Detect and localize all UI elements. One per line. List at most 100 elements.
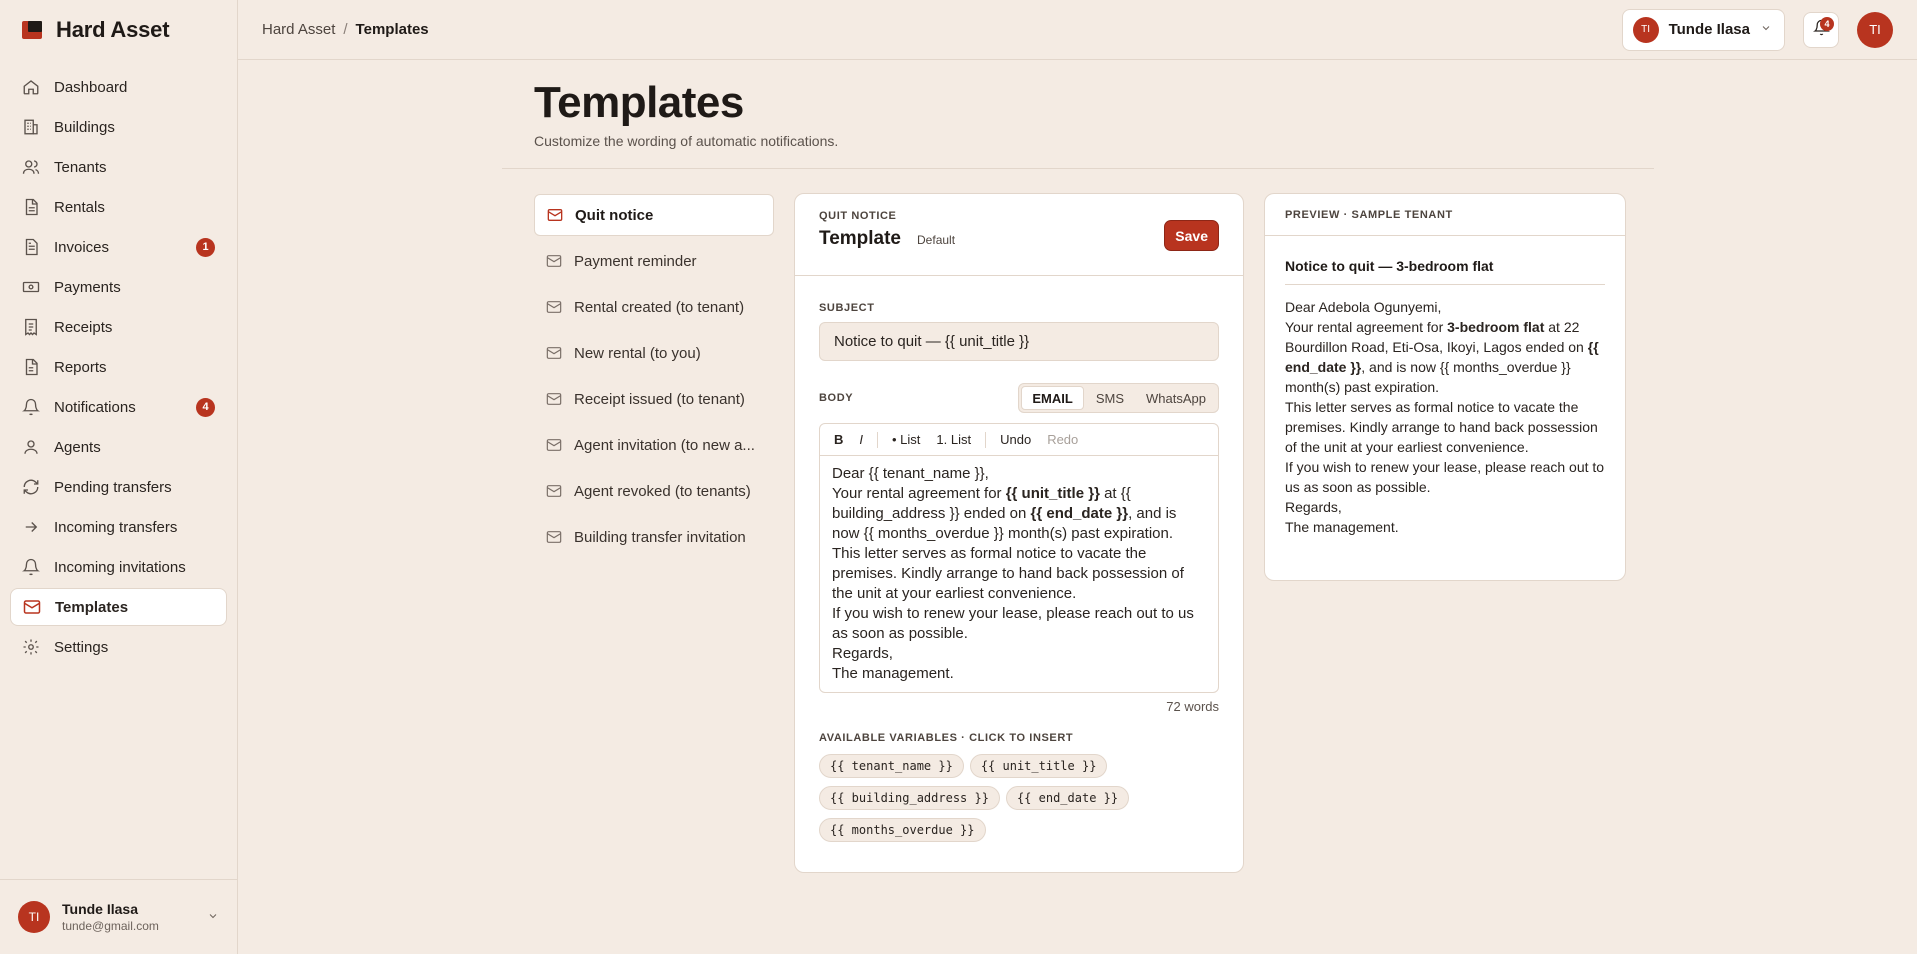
template-item-new-rental[interactable]: New rental (to you)	[534, 332, 774, 374]
template-item-rental-created[interactable]: Rental created (to tenant)	[534, 286, 774, 328]
sidebar-item-pending-transfers[interactable]: Pending transfers	[10, 468, 227, 506]
tab-sms[interactable]: SMS	[1086, 386, 1134, 410]
editor-title-row: Template Default	[819, 228, 1219, 250]
template-editor: QUIT NOTICE Template Default Save SUBJEC…	[794, 193, 1244, 873]
body-line: Regards,	[832, 645, 893, 662]
body-textarea[interactable]: Dear {{ tenant_name }}, Your rental agre…	[820, 456, 1218, 692]
sidebar-item-label: Buildings	[54, 118, 115, 136]
building-icon	[22, 118, 40, 136]
user-name: Tunde Ilasa	[62, 901, 138, 917]
sidebar-item-label: Pending transfers	[54, 478, 172, 496]
redo-button[interactable]: Redo	[1041, 428, 1084, 452]
tab-whatsapp[interactable]: WhatsApp	[1136, 386, 1216, 410]
sidebar-item-receipts[interactable]: Receipts	[10, 308, 227, 346]
sidebar-item-incoming-invitations[interactable]: Incoming invitations	[10, 548, 227, 586]
numbered-list-button[interactable]: 1. List	[930, 428, 977, 452]
sidebar-item-label: Invoices	[54, 238, 110, 256]
preview-eyebrow: PREVIEW · SAMPLE TENANT	[1285, 208, 1453, 221]
sidebar-item-label: Templates	[55, 598, 129, 616]
sidebar-item-notifications[interactable]: Notifications 4	[10, 388, 227, 426]
user-avatar-button[interactable]: TI	[1857, 11, 1893, 48]
sidebar-item-label: Rentals	[54, 198, 105, 216]
sidebar-item-agents[interactable]: Agents	[10, 428, 227, 466]
account-name: Tunde Ilasa	[1668, 21, 1750, 38]
template-item-agent-invitation[interactable]: Agent invitation (to new a...	[534, 424, 774, 466]
bullet-list-button[interactable]: • List	[886, 428, 926, 452]
sidebar-item-dashboard[interactable]: Dashboard	[10, 68, 227, 106]
avatar: TI	[1632, 16, 1659, 43]
template-item-building-transfer[interactable]: Building transfer invitation	[534, 516, 774, 558]
notifications-badge: 4	[196, 397, 215, 417]
document-icon	[22, 198, 40, 216]
save-button[interactable]: Save	[1164, 220, 1219, 251]
preview-line: If you wish to renew your lease, please …	[1285, 459, 1605, 495]
page-header: Templates Customize the wording of autom…	[502, 61, 1654, 169]
template-item-quit-notice[interactable]: Quit notice	[534, 194, 774, 236]
preview-line: The management.	[1285, 519, 1399, 535]
template-item-label: Quit notice	[575, 206, 654, 224]
sidebar-item-rentals[interactable]: Rentals	[10, 188, 227, 226]
variable-chip-end-date[interactable]: {{ end_date }}	[1005, 786, 1130, 810]
sidebar-item-tenants[interactable]: Tenants	[10, 148, 227, 186]
subject-input[interactable]: Notice to quit — {{ unit_title }}	[819, 322, 1219, 361]
toolbar-divider	[985, 431, 987, 448]
sidebar-item-label: Settings	[54, 638, 109, 656]
preview-panel: PREVIEW · SAMPLE TENANT Notice to quit —…	[1264, 193, 1626, 581]
sidebar-item-invoices[interactable]: Invoices 1	[10, 228, 227, 266]
template-item-payment-reminder[interactable]: Payment reminder	[534, 240, 774, 282]
italic-button[interactable]: I	[853, 428, 869, 452]
template-item-label: Rental created (to tenant)	[574, 298, 745, 316]
bell-icon	[22, 398, 40, 416]
variable-chips: {{ tenant_name }} {{ unit_title }} {{ bu…	[819, 754, 1159, 842]
user-icon	[22, 438, 40, 456]
sidebar-item-label: Reports	[54, 358, 107, 376]
main-content: Hard Asset / Templates TI Tunde Ilasa 4 …	[238, 0, 1917, 954]
template-item-agent-revoked[interactable]: Agent revoked (to tenants)	[534, 470, 774, 512]
users-icon	[22, 158, 40, 176]
template-item-receipt-issued[interactable]: Receipt issued (to tenant)	[534, 378, 774, 420]
sidebar-item-reports[interactable]: Reports	[10, 348, 227, 386]
variables-section: AVAILABLE VARIABLES · CLICK TO INSERT {{…	[795, 714, 1243, 842]
variable-chip-months-overdue[interactable]: {{ months_overdue }}	[819, 818, 986, 842]
breadcrumb-root[interactable]: Hard Asset	[262, 21, 335, 38]
brand[interactable]: Hard Asset	[0, 0, 237, 60]
mail-icon	[546, 299, 562, 315]
undo-button[interactable]: Undo	[994, 428, 1037, 452]
sidebar-item-buildings[interactable]: Buildings	[10, 108, 227, 146]
preview-line: Regards,	[1285, 499, 1342, 515]
variable-chip-tenant-name[interactable]: {{ tenant_name }}	[819, 754, 964, 778]
sidebar-item-payments[interactable]: Payments	[10, 268, 227, 306]
variables-label: AVAILABLE VARIABLES · CLICK TO INSERT	[819, 732, 1074, 744]
tab-email[interactable]: EMAIL	[1021, 386, 1084, 410]
sidebar-item-incoming-transfers[interactable]: Incoming transfers	[10, 508, 227, 546]
breadcrumb-separator: /	[343, 21, 348, 38]
sidebar-nav: Dashboard Buildings Tenants Rentals Invo…	[0, 60, 237, 879]
default-label: Default	[917, 233, 956, 247]
sidebar-item-settings[interactable]: Settings	[10, 628, 227, 666]
variable-chip-unit-title[interactable]: {{ unit_title }}	[969, 754, 1108, 778]
account-switcher[interactable]: TI Tunde Ilasa	[1621, 8, 1785, 51]
mail-icon	[546, 391, 562, 407]
word-count: 72 words	[1166, 699, 1219, 714]
preview-line: Your rental agreement for 3-bedroom flat…	[1285, 317, 1605, 397]
mail-icon	[23, 598, 41, 616]
sidebar-user-menu[interactable]: TI Tunde Ilasa tunde@gmail.com	[0, 879, 237, 954]
subject-section: SUBJECT Notice to quit — {{ unit_title }…	[795, 276, 1243, 361]
body-header: BODY EMAIL SMS WhatsApp	[819, 383, 1219, 413]
template-list: Quit notice Payment reminder Rental crea…	[534, 194, 774, 558]
preview-body: Dear Adebola Ogunyemi, Your rental agree…	[1265, 285, 1625, 549]
sidebar-item-label: Dashboard	[54, 78, 128, 96]
page-subtitle: Customize the wording of automatic notif…	[534, 133, 839, 150]
sidebar-item-templates[interactable]: Templates	[10, 588, 227, 626]
brand-logo-icon	[22, 21, 42, 39]
body-section: BODY EMAIL SMS WhatsApp B I • List 1. Li…	[795, 361, 1243, 714]
variable-chip-building-address[interactable]: {{ building_address }}	[819, 786, 1000, 810]
user-meta: Tunde Ilasa tunde@gmail.com	[62, 901, 195, 933]
home-icon	[22, 78, 40, 96]
notifications-button[interactable]: 4	[1803, 11, 1839, 48]
template-item-label: Receipt issued (to tenant)	[574, 390, 745, 408]
template-item-label: Agent invitation (to new a...	[574, 436, 755, 454]
bold-button[interactable]: B	[828, 428, 849, 452]
template-item-label: Building transfer invitation	[574, 528, 746, 546]
editor-eyebrow: QUIT NOTICE	[819, 210, 897, 222]
